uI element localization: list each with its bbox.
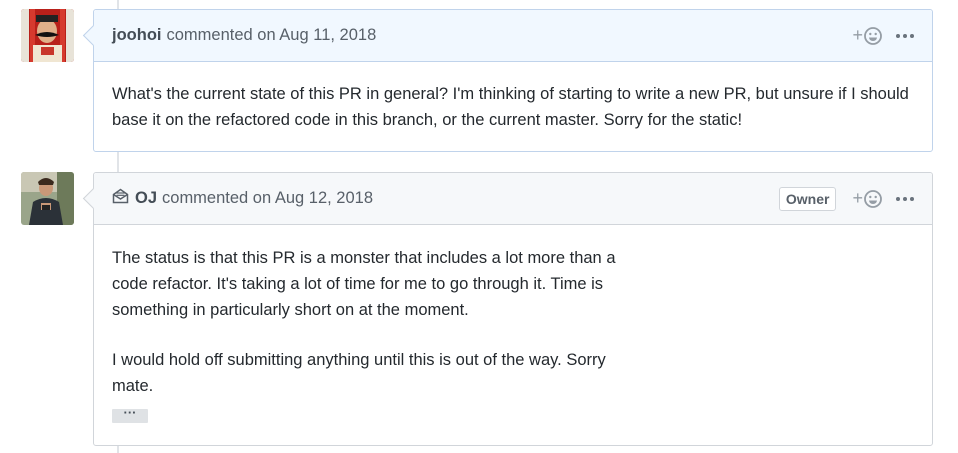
comment-paragraph: The status is that this PR is a monster … [112,249,616,319]
comment-joohoi: joohoi commented on Aug 11, 2018 + What'… [82,9,933,152]
comment-timestamp[interactable]: commented on Aug 12, 2018 [162,189,373,208]
add-reaction-plus: + [852,25,863,45]
comment-actions: + [852,25,914,46]
comment-paragraph: I would hold off submitting anything unt… [112,351,606,395]
smiley-icon [864,26,882,45]
add-reaction-button[interactable]: + [852,25,882,46]
avatar-joohoi[interactable] [21,9,74,62]
comment-actions: Owner + [778,186,914,211]
comment-oj: OJ commented on Aug 12, 2018 Owner + The… [82,172,933,446]
add-reaction-plus: + [852,188,863,208]
comment-body: The status is that this PR is a monster … [94,225,650,445]
comment-header: joohoi commented on Aug 11, 2018 + [94,10,932,62]
kebab-horizontal-icon[interactable] [896,33,914,38]
comment-header: OJ commented on Aug 12, 2018 Owner + [94,173,932,225]
avatar-oj[interactable] [21,172,74,225]
mail-read-icon [112,188,129,209]
add-reaction-button[interactable]: + [852,188,882,209]
comment-author[interactable]: OJ [135,189,157,208]
kebab-horizontal-icon[interactable] [896,196,914,201]
smiley-icon [864,189,882,208]
show-hidden-text-button[interactable]: ··· [112,406,148,423]
comment-paragraph: What's the current state of this PR in g… [112,85,909,129]
comment-author[interactable]: joohoi [112,26,161,45]
comment-timestamp[interactable]: commented on Aug 11, 2018 [166,26,376,45]
owner-badge: Owner [778,186,837,211]
comment-body: What's the current state of this PR in g… [94,62,932,151]
